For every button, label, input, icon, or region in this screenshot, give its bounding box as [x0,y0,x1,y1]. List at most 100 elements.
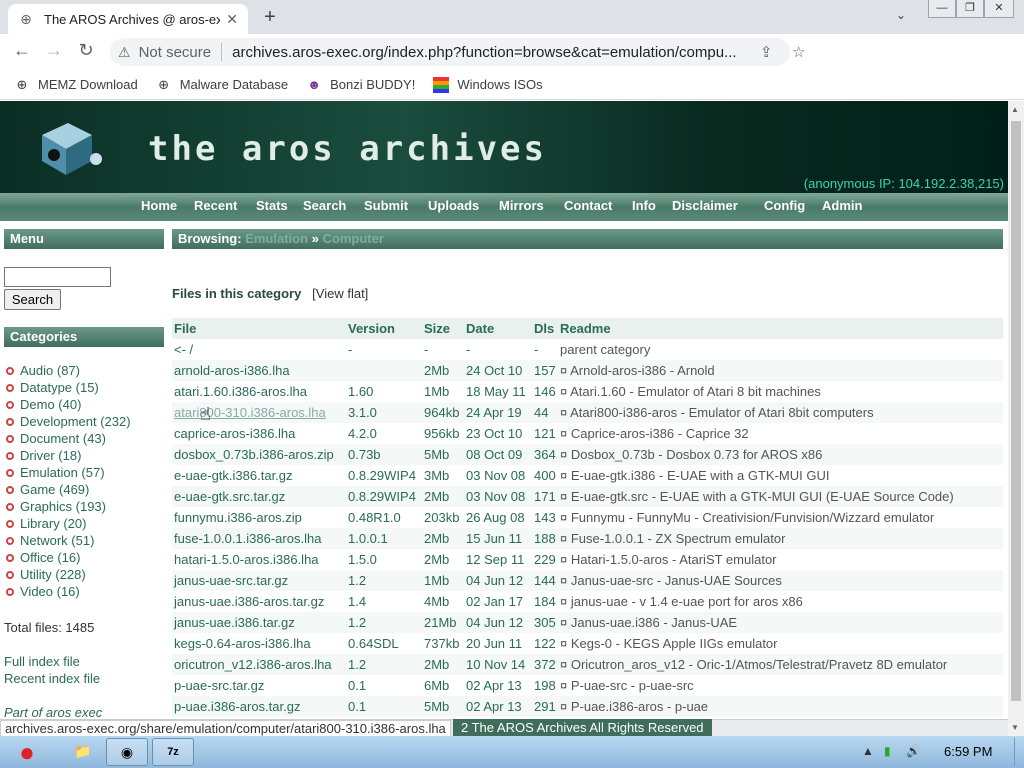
file-cell[interactable]: janus-uae.i386-aros.tar.gz [172,591,346,612]
col-size[interactable]: Size [422,318,464,339]
category-game[interactable]: Game (469) [6,482,89,497]
category-audio[interactable]: Audio (87) [6,363,80,378]
category-video[interactable]: Video (16) [6,584,80,599]
tray-expand-icon[interactable]: ▲ [862,744,874,758]
file-cell[interactable]: caprice-aros-i386.lha [172,423,346,444]
scrollbar-thumb[interactable] [1011,121,1021,701]
readme-cell[interactable]: ¤ P-uae-src - p-uae-src [558,675,1003,696]
nav-recent[interactable]: Recent [194,198,237,213]
scroll-up-arrow-icon[interactable]: ▲ [1011,105,1019,114]
7zip-taskbar-icon[interactable]: 7z [152,738,194,766]
readme-cell[interactable]: ¤ Kegs-0 - KEGS Apple IIGs emulator [558,633,1003,654]
file-cell[interactable]: kegs-0.64-aros-i386.lha [172,633,346,654]
file-cell[interactable]: atari800-310.i386-aros.lha [172,402,346,423]
nav-submit[interactable]: Submit [364,198,408,213]
show-desktop-button[interactable] [1014,738,1022,766]
file-cell[interactable]: <- / [172,339,346,360]
bookmark-star-icon[interactable]: ☆ [792,43,805,61]
file-cell[interactable]: janus-uae.i386.tar.gz [172,612,346,633]
category-graphics[interactable]: Graphics (193) [6,499,106,514]
bookmark-bonzi-buddy[interactable]: ☻ Bonzi BUDDY! [306,77,415,93]
readme-cell[interactable]: ¤ Fuse-1.0.0.1 - ZX Spectrum emulator [558,528,1003,549]
crumb-computer[interactable]: Computer [323,231,384,246]
url-text[interactable]: archives.aros-exec.org/index.php?functio… [232,44,752,61]
readme-cell[interactable]: parent category [558,339,1003,360]
search-button[interactable]: Search [4,289,61,310]
nav-config[interactable]: Config [764,198,805,213]
close-tab-icon[interactable]: ✕ [226,11,238,28]
file-cell[interactable]: p-uae.i386-aros.tar.gz [172,696,346,717]
restore-button[interactable]: ❐ [956,0,984,18]
col-file[interactable]: File [172,318,346,339]
readme-cell[interactable]: ¤ E-uae-gtk.i386 - E-UAE with a GTK-MUI … [558,465,1003,486]
readme-cell[interactable]: ¤ Hatari-1.5.0-aros - AtariST emulator [558,549,1003,570]
share-icon[interactable]: ⇪ [760,43,773,61]
readme-cell[interactable]: ¤ Atari800-i386-aros - Emulator of Atari… [558,402,1003,423]
file-cell[interactable]: fuse-1.0.0.1.i386-aros.lha [172,528,346,549]
file-explorer-icon[interactable]: 📁 [62,738,104,766]
readme-cell[interactable]: ¤ Janus-uae.i386 - Janus-UAE [558,612,1003,633]
nav-search[interactable]: Search [303,198,346,213]
view-flat-link[interactable]: [View flat] [312,286,368,301]
back-arrow-icon[interactable]: ← [6,40,38,61]
nav-stats[interactable]: Stats [256,198,288,213]
file-cell[interactable]: p-uae-src.tar.gz [172,675,346,696]
file-cell[interactable]: funnymu.i386-aros.zip [172,507,346,528]
crumb-emulation[interactable]: Emulation [245,231,308,246]
file-cell[interactable]: hatari-1.5.0-aros.i386.lha [172,549,346,570]
file-cell[interactable]: janus-uae-src.tar.gz [172,570,346,591]
col-dls[interactable]: Dls [532,318,558,339]
address-bar[interactable]: ⚠ Not secure archives.aros-exec.org/inde… [110,38,805,66]
scroll-down-arrow-icon[interactable]: ▼ [1011,723,1019,732]
category-datatype[interactable]: Datatype (15) [6,380,99,395]
nav-admin[interactable]: Admin [822,198,862,213]
bookmark-malware-database[interactable]: ⊕ Malware Database [156,77,288,93]
recent-index-link[interactable]: Recent index file [4,671,100,686]
nav-mirrors[interactable]: Mirrors [499,198,544,213]
close-window-button[interactable]: ✕ [984,0,1014,18]
file-cell[interactable]: e-uae-gtk.src.tar.gz [172,486,346,507]
file-cell[interactable]: arnold-aros-i386.lha [172,360,346,381]
nav-info[interactable]: Info [632,198,656,213]
category-network[interactable]: Network (51) [6,533,94,548]
volume-icon[interactable]: 🔊 [906,744,921,758]
nav-disclaimer[interactable]: Disclaimer [672,198,738,213]
full-index-link[interactable]: Full index file [4,654,80,669]
forward-arrow-icon[interactable]: → [38,40,70,61]
browser-tab[interactable]: ⊕ The AROS Archives @ aros-exec ✕ [8,4,248,34]
chrome-taskbar-icon[interactable]: ◉ [106,738,148,766]
readme-cell[interactable]: ¤ Janus-uae-src - Janus-UAE Sources [558,570,1003,591]
readme-cell[interactable]: ¤ Atari.1.60 - Emulator of Atari 8 bit m… [558,381,1003,402]
minimize-button[interactable]: — [928,0,956,18]
readme-cell[interactable]: ¤ Caprice-aros-i386 - Caprice 32 [558,423,1003,444]
nav-contact[interactable]: Contact [564,198,612,213]
reload-icon[interactable]: ↻ [70,40,102,61]
battery-icon[interactable]: ▮ [884,744,891,758]
bookmark-windows-isos[interactable]: Windows ISOs [433,76,543,93]
category-demo[interactable]: Demo (40) [6,397,81,412]
file-cell[interactable]: dosbox_0.73b.i386-aros.zip [172,444,346,465]
taskbar-clock[interactable]: 6:59 PM [944,744,992,759]
category-library[interactable]: Library (20) [6,516,86,531]
nav-uploads[interactable]: Uploads [428,198,479,213]
category-driver[interactable]: Driver (18) [6,448,81,463]
start-angry-bird-icon[interactable]: ● [4,736,50,768]
category-office[interactable]: Office (16) [6,550,80,565]
readme-cell[interactable]: ¤ janus-uae - v 1.4 e-uae port for aros … [558,591,1003,612]
tab-search-chevron-icon[interactable]: ⌄ [896,8,906,22]
readme-cell[interactable]: ¤ E-uae-gtk.src - E-UAE with a GTK-MUI G… [558,486,1003,507]
readme-cell[interactable]: ¤ P-uae.i386-aros - p-uae [558,696,1003,717]
col-readme[interactable]: Readme [558,318,1003,339]
readme-cell[interactable]: ¤ Arnold-aros-i386 - Arnold [558,360,1003,381]
file-cell[interactable]: e-uae-gtk.i386.tar.gz [172,465,346,486]
readme-cell[interactable]: ¤ Funnymu - FunnyMu - Creativision/Funvi… [558,507,1003,528]
col-version[interactable]: Version [346,318,422,339]
nav-home[interactable]: Home [141,198,177,213]
category-development[interactable]: Development (232) [6,414,131,429]
file-cell[interactable]: oricutron_v12.i386-aros.lha [172,654,346,675]
col-date[interactable]: Date [464,318,532,339]
bookmark-memz[interactable]: ⊕ MEMZ Download [14,77,138,93]
readme-cell[interactable]: ¤ Oricutron_aros_v12 - Oric-1/Atmos/Tele… [558,654,1003,675]
vertical-scrollbar[interactable]: ▲ ▼ [1008,101,1024,736]
search-input[interactable] [4,267,111,287]
